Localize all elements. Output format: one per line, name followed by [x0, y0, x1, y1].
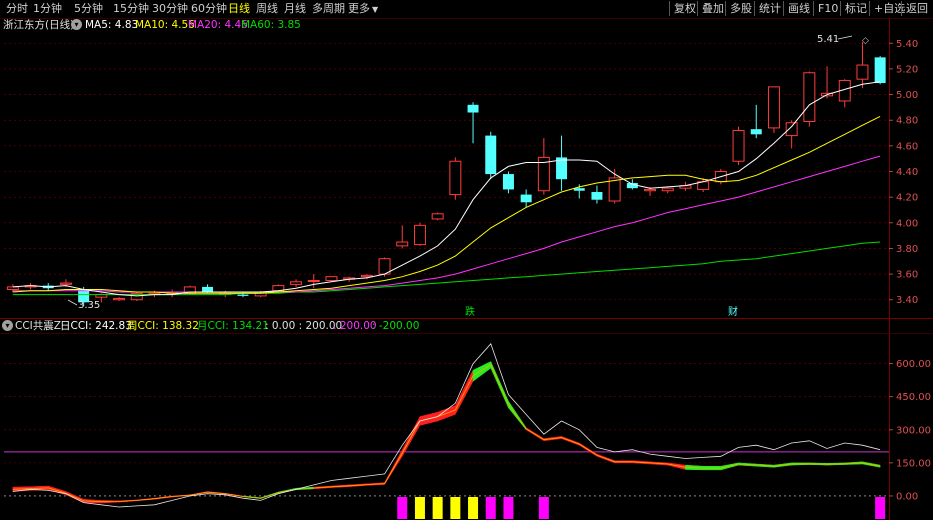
candle — [396, 225, 409, 249]
cci-tick-label: 150.00 — [896, 458, 931, 469]
candle — [467, 102, 479, 144]
candle-body — [750, 129, 762, 135]
candle-body — [785, 122, 798, 137]
candle-body — [237, 294, 249, 296]
event-marker-1[interactable]: 跌 — [465, 305, 475, 318]
signal-bar — [875, 497, 886, 519]
diamond-icon[interactable]: ◇ — [862, 36, 869, 46]
signal-bar — [538, 497, 549, 519]
candle — [537, 138, 550, 195]
ma20-line — [12, 155, 881, 293]
candle-body — [413, 224, 426, 246]
candle — [767, 86, 780, 134]
price-tick-label: 5.00 — [896, 90, 918, 101]
candle — [502, 171, 514, 194]
candle — [130, 292, 143, 302]
candle — [485, 131, 497, 180]
candle-body — [431, 213, 444, 220]
candle-body — [591, 192, 603, 200]
price-tick-label: 3.40 — [896, 295, 918, 306]
candle-body — [573, 188, 585, 191]
candle-body — [325, 276, 338, 282]
candle-body — [767, 86, 780, 129]
signal-bar — [450, 497, 461, 519]
candle — [591, 185, 603, 204]
candle-body — [644, 188, 657, 192]
candle — [556, 135, 568, 191]
candle-body — [467, 104, 479, 113]
candle — [874, 56, 886, 85]
price-tick-label: 4.60 — [896, 141, 918, 152]
low-price-label: 3.35 — [78, 300, 100, 311]
candle-body — [803, 72, 816, 122]
candle — [838, 79, 851, 108]
panel-divider — [0, 318, 933, 319]
cci-band-segment — [472, 361, 492, 382]
candle-body — [485, 135, 497, 175]
candle — [520, 189, 532, 208]
candle-body — [360, 274, 373, 278]
candle-body — [449, 160, 462, 196]
signal-bar — [414, 497, 425, 519]
price-tick-label: 3.80 — [896, 244, 918, 255]
candle — [449, 157, 462, 200]
signal-bar — [485, 497, 496, 519]
price-tick-label: 3.60 — [896, 270, 918, 281]
cci-tick-label: 450.00 — [896, 392, 931, 403]
ma5-line — [12, 81, 881, 297]
candle — [803, 71, 816, 127]
candle — [307, 274, 320, 289]
candle-body — [520, 194, 532, 203]
signal-bar — [432, 497, 443, 519]
candle-body — [661, 187, 674, 192]
cci-tick-label: 0.00 — [896, 491, 918, 502]
cci-tick-label: 600.00 — [896, 359, 931, 370]
candle-body — [202, 286, 214, 293]
price-tick-label: 4.20 — [896, 193, 918, 204]
price-tick-label: 5.40 — [896, 39, 918, 50]
signal-bar — [397, 497, 408, 519]
candle — [750, 104, 762, 139]
cci-mid-line — [12, 364, 881, 503]
candle-body — [732, 129, 745, 162]
candle — [732, 126, 745, 166]
candle-body — [290, 281, 303, 285]
candle — [413, 222, 426, 246]
price-tick-label: 4.80 — [896, 116, 918, 127]
ma10-line — [12, 115, 881, 294]
cci-band-segment — [667, 462, 686, 470]
ma60-line — [12, 241, 881, 296]
candle — [113, 297, 126, 302]
cci-tick-label: 300.00 — [896, 425, 931, 436]
candle — [785, 120, 798, 149]
price-tick-label: 5.20 — [896, 64, 918, 75]
candle — [290, 279, 303, 287]
stock-chart[interactable]: 3.40 3.60 3.80 4.00 4.20 4.40 4.60 4.80 5.00 5.20… — [0, 0, 933, 520]
signal-bar — [503, 497, 514, 519]
axis-divider — [889, 18, 890, 520]
low-price-pointer — [67, 299, 78, 306]
price-tick-label: 4.00 — [896, 218, 918, 229]
panel-divider — [0, 333, 933, 334]
candle-body — [59, 282, 72, 285]
price-tick-label: 4.40 — [896, 167, 918, 178]
candle-body — [874, 57, 886, 84]
high-price-label: 5.41 — [817, 34, 839, 45]
candle-body — [856, 64, 869, 80]
candle-body — [113, 297, 126, 301]
day-cci-line — [12, 343, 881, 508]
candle-body — [502, 174, 514, 190]
signal-bar — [468, 497, 479, 519]
candle-body — [396, 241, 409, 247]
candle — [431, 212, 444, 221]
candle-body — [307, 280, 320, 283]
high-price-pointer — [837, 35, 853, 40]
event-marker-2[interactable]: 财 — [728, 305, 738, 318]
candle — [856, 41, 869, 89]
candle — [661, 186, 674, 194]
